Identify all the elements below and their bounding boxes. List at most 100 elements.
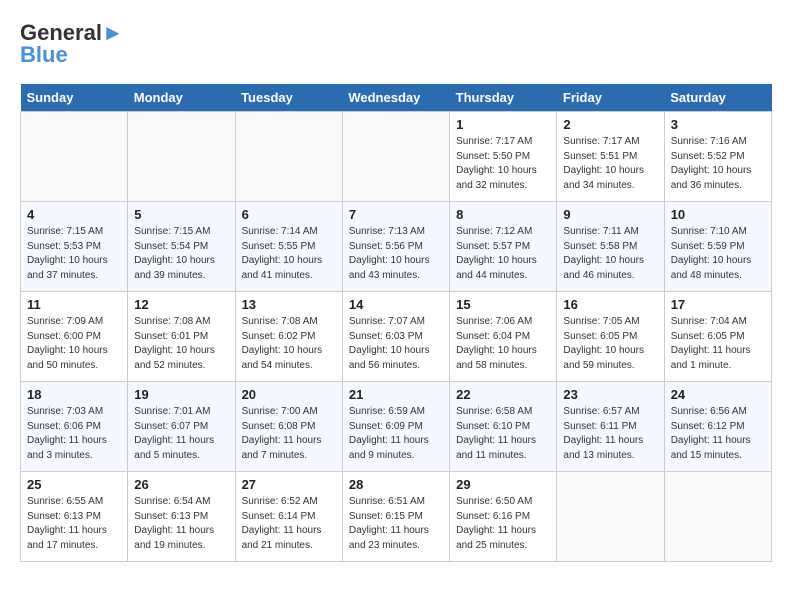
day-number: 17 <box>671 297 765 312</box>
day-number: 12 <box>134 297 228 312</box>
calendar-cell: 27Sunrise: 6:52 AM Sunset: 6:14 PM Dayli… <box>235 472 342 562</box>
day-number: 28 <box>349 477 443 492</box>
logo: General► Blue <box>20 20 124 68</box>
calendar-cell: 28 Sunrise: 6:51 AM Sunset: 6:15 PM Dayli… <box>342 472 449 562</box>
calendar-cell: 8 Sunrise: 7:12 AM Sunset: 5:57 PM Daylig… <box>450 202 557 292</box>
day-info: Sunrise: 7:06 AM Sunset: 6:04 PM Dayligh… <box>456 315 550 373</box>
day-info: Sunrise: 7:09 AM Sunset: 6:00 PM Dayligh… <box>27 315 121 373</box>
day-info: Sunrise: 7:17 AM Sunset: 5:50 PM Dayligh… <box>456 135 550 193</box>
day-number: 7 <box>349 207 443 222</box>
day-info: Sunrise: 7:08 AM Sunset: 6:02 PM Dayligh… <box>242 315 336 373</box>
day-info: Sunrise: 7:13 AM Sunset: 5:56 PM Dayligh… <box>349 225 443 283</box>
calendar-cell: 23 Sunrise: 6:57 AM Sunset: 6:11 PM Dayli… <box>557 382 664 472</box>
day-number: 20 <box>242 387 336 402</box>
day-number: 8 <box>456 207 550 222</box>
calendar-cell: 15 Sunrise: 7:06 AM Sunset: 6:04 PM Dayli… <box>450 292 557 382</box>
calendar-cell: 21 Sunrise: 6:59 AM Sunset: 6:09 PM Dayli… <box>342 382 449 472</box>
day-info: Sunrise: 6:55 AM Sunset: 6:13 PM Dayligh… <box>27 495 121 553</box>
calendar-header-tuesday: Tuesday <box>235 84 342 112</box>
calendar-cell: 17 Sunrise: 7:04 AM Sunset: 6:05 PM Dayli… <box>664 292 771 382</box>
day-number: 2 <box>563 117 657 132</box>
calendar-cell: 6 Sunrise: 7:14 AM Sunset: 5:55 PM Daylig… <box>235 202 342 292</box>
day-info: Sunrise: 7:04 AM Sunset: 6:05 PM Dayligh… <box>671 315 765 373</box>
calendar-cell: 12 Sunrise: 7:08 AM Sunset: 6:01 PM Dayli… <box>128 292 235 382</box>
day-info: Sunrise: 7:16 AM Sunset: 5:52 PM Dayligh… <box>671 135 765 193</box>
day-info: Sunrise: 7:14 AM Sunset: 5:55 PM Dayligh… <box>242 225 336 283</box>
day-number: 9 <box>563 207 657 222</box>
day-number: 26 <box>134 477 228 492</box>
day-info: Sunrise: 6:54 AM Sunset: 6:13 PM Dayligh… <box>134 495 228 553</box>
day-number: 11 <box>27 297 121 312</box>
day-info: Sunrise: 6:50 AM Sunset: 6:16 PM Dayligh… <box>456 495 550 553</box>
calendar-week-4: 18 Sunrise: 7:03 AM Sunset: 6:06 PM Dayli… <box>21 382 772 472</box>
day-info: Sunrise: 7:05 AM Sunset: 6:05 PM Dayligh… <box>563 315 657 373</box>
calendar-cell: 20 Sunrise: 7:00 AM Sunset: 6:08 PM Dayli… <box>235 382 342 472</box>
day-info: Sunrise: 7:03 AM Sunset: 6:06 PM Dayligh… <box>27 405 121 463</box>
calendar-cell <box>235 112 342 202</box>
day-info: Sunrise: 7:12 AM Sunset: 5:57 PM Dayligh… <box>456 225 550 283</box>
calendar-cell: 5 Sunrise: 7:15 AM Sunset: 5:54 PM Daylig… <box>128 202 235 292</box>
day-info: Sunrise: 6:57 AM Sunset: 6:11 PM Dayligh… <box>563 405 657 463</box>
day-number: 16 <box>563 297 657 312</box>
calendar-cell: 29 Sunrise: 6:50 AM Sunset: 6:16 PM Dayli… <box>450 472 557 562</box>
day-number: 21 <box>349 387 443 402</box>
calendar-week-1: 1 Sunrise: 7:17 AM Sunset: 5:50 PM Daylig… <box>21 112 772 202</box>
day-info: Sunrise: 7:08 AM Sunset: 6:01 PM Dayligh… <box>134 315 228 373</box>
calendar-cell: 9 Sunrise: 7:11 AM Sunset: 5:58 PM Daylig… <box>557 202 664 292</box>
calendar-week-3: 11 Sunrise: 7:09 AM Sunset: 6:00 PM Dayli… <box>21 292 772 382</box>
day-number: 15 <box>456 297 550 312</box>
calendar-header-friday: Friday <box>557 84 664 112</box>
day-number: 3 <box>671 117 765 132</box>
calendar-cell: 7 Sunrise: 7:13 AM Sunset: 5:56 PM Daylig… <box>342 202 449 292</box>
calendar-week-5: 25 Sunrise: 6:55 AM Sunset: 6:13 PM Dayli… <box>21 472 772 562</box>
calendar-cell: 18 Sunrise: 7:03 AM Sunset: 6:06 PM Dayli… <box>21 382 128 472</box>
calendar-week-2: 4Sunrise: 7:15 AM Sunset: 5:53 PM Daylig… <box>21 202 772 292</box>
day-info: Sunrise: 7:07 AM Sunset: 6:03 PM Dayligh… <box>349 315 443 373</box>
day-info: Sunrise: 7:01 AM Sunset: 6:07 PM Dayligh… <box>134 405 228 463</box>
calendar-cell: 4Sunrise: 7:15 AM Sunset: 5:53 PM Daylig… <box>21 202 128 292</box>
day-number: 24 <box>671 387 765 402</box>
calendar-cell: 10 Sunrise: 7:10 AM Sunset: 5:59 PM Dayli… <box>664 202 771 292</box>
day-number: 19 <box>134 387 228 402</box>
calendar-cell: 22 Sunrise: 6:58 AM Sunset: 6:10 PM Dayli… <box>450 382 557 472</box>
day-number: 6 <box>242 207 336 222</box>
calendar-header-saturday: Saturday <box>664 84 771 112</box>
calendar-cell <box>557 472 664 562</box>
day-number: 14 <box>349 297 443 312</box>
day-info: Sunrise: 6:51 AM Sunset: 6:15 PM Dayligh… <box>349 495 443 553</box>
calendar-cell: 1 Sunrise: 7:17 AM Sunset: 5:50 PM Daylig… <box>450 112 557 202</box>
logo-blue-text: Blue <box>20 42 68 68</box>
day-number: 25 <box>27 477 121 492</box>
calendar-cell: 24 Sunrise: 6:56 AM Sunset: 6:12 PM Dayli… <box>664 382 771 472</box>
day-number: 18 <box>27 387 121 402</box>
calendar-cell: 11 Sunrise: 7:09 AM Sunset: 6:00 PM Dayli… <box>21 292 128 382</box>
day-info: Sunrise: 6:59 AM Sunset: 6:09 PM Dayligh… <box>349 405 443 463</box>
day-number: 22 <box>456 387 550 402</box>
calendar-cell: 19 Sunrise: 7:01 AM Sunset: 6:07 PM Dayli… <box>128 382 235 472</box>
day-info: Sunrise: 6:58 AM Sunset: 6:10 PM Dayligh… <box>456 405 550 463</box>
calendar-cell: 26 Sunrise: 6:54 AM Sunset: 6:13 PM Dayli… <box>128 472 235 562</box>
day-info: Sunrise: 7:10 AM Sunset: 5:59 PM Dayligh… <box>671 225 765 283</box>
calendar-cell: 3 Sunrise: 7:16 AM Sunset: 5:52 PM Daylig… <box>664 112 771 202</box>
page-header: General► Blue <box>20 20 772 68</box>
day-info: Sunrise: 6:52 AM Sunset: 6:14 PM Dayligh… <box>242 495 336 553</box>
day-info: Sunrise: 7:00 AM Sunset: 6:08 PM Dayligh… <box>242 405 336 463</box>
calendar-header-row: SundayMondayTuesdayWednesdayThursdayFrid… <box>21 84 772 112</box>
day-info: Sunrise: 6:56 AM Sunset: 6:12 PM Dayligh… <box>671 405 765 463</box>
day-number: 10 <box>671 207 765 222</box>
calendar-cell <box>342 112 449 202</box>
day-number: 1 <box>456 117 550 132</box>
day-info: Sunrise: 7:11 AM Sunset: 5:58 PM Dayligh… <box>563 225 657 283</box>
calendar-cell <box>128 112 235 202</box>
calendar-cell <box>21 112 128 202</box>
calendar-header-sunday: Sunday <box>21 84 128 112</box>
day-number: 5 <box>134 207 228 222</box>
day-number: 13 <box>242 297 336 312</box>
calendar-table: SundayMondayTuesdayWednesdayThursdayFrid… <box>20 84 772 562</box>
day-info: Sunrise: 7:15 AM Sunset: 5:54 PM Dayligh… <box>134 225 228 283</box>
calendar-cell: 25 Sunrise: 6:55 AM Sunset: 6:13 PM Dayli… <box>21 472 128 562</box>
calendar-header-monday: Monday <box>128 84 235 112</box>
day-number: 29 <box>456 477 550 492</box>
day-number: 23 <box>563 387 657 402</box>
calendar-header-thursday: Thursday <box>450 84 557 112</box>
